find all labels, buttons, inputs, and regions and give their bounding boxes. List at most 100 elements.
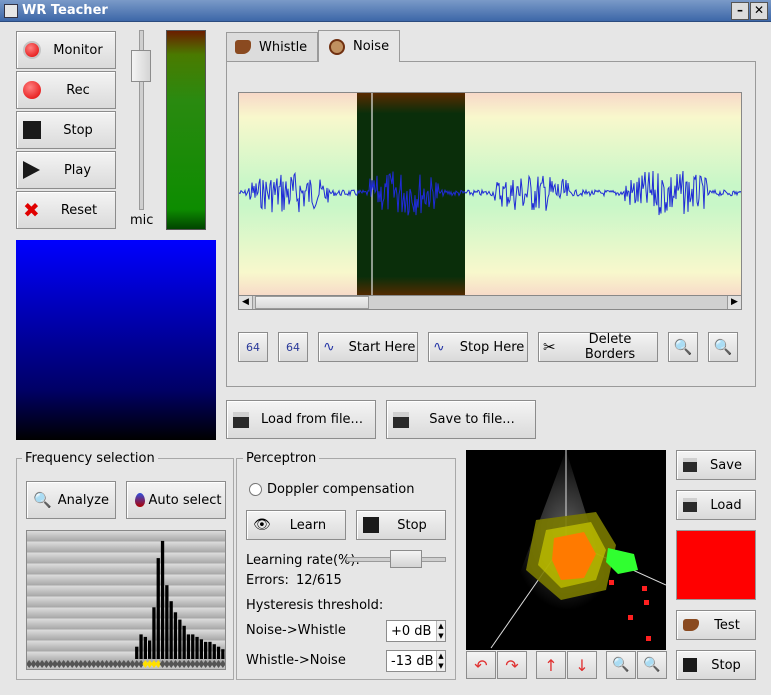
noise-to-whistle-spinbox[interactable]: +0 dB ▲ ▼ [386, 620, 446, 642]
wave-start-icon: ∿ [323, 339, 335, 355]
whistle-icon [683, 619, 699, 631]
scroll-left-arrow[interactable]: ◀ [239, 296, 253, 309]
data-point [628, 615, 633, 620]
waveform-view[interactable] [238, 92, 742, 296]
zoom-out-button[interactable]: 🔍 [708, 332, 738, 362]
reset-button[interactable]: ✖ Reset [16, 191, 116, 229]
errors-value: 12/615 [296, 573, 342, 588]
data-point [642, 586, 647, 591]
zoom-in-64-button[interactable]: 64 [278, 332, 308, 362]
3d-feature-view[interactable] [466, 450, 666, 650]
load-from-file-button[interactable]: Load from file... [226, 400, 376, 439]
data-point [609, 580, 614, 585]
tab-noise-label: Noise [353, 39, 390, 54]
record-icon [23, 81, 41, 99]
tilt-up-icon: ↑ [544, 655, 558, 675]
test-button[interactable]: Test [676, 610, 756, 640]
frequency-selection-title: Frequency selection [22, 451, 158, 466]
whistle-to-noise-spinbox[interactable]: -13 dB ▲ ▼ [386, 650, 446, 672]
floppy-icon [683, 498, 697, 512]
frequency-marker[interactable] [219, 660, 225, 668]
load-button[interactable]: Load [676, 490, 756, 520]
zoom-in-64-label: 64 [286, 340, 300, 354]
zoom-out-64-label: 64 [246, 340, 260, 354]
rotate-left-icon: ↶ [474, 655, 488, 675]
status-indicator [676, 530, 756, 600]
waveform-scrollbar[interactable]: ◀ ▶ [238, 295, 742, 310]
errors-label: Errors: [246, 573, 289, 588]
tilt-down-button[interactable]: ↓ [567, 651, 597, 679]
waveform-svg [239, 93, 741, 295]
zoom-in-icon: 🔍 [673, 338, 693, 356]
histogram-bar [216, 646, 221, 659]
save-label: Save [710, 457, 742, 473]
3d-zoom-in-button[interactable]: 🔍 [606, 651, 636, 679]
learn-label: Learn [289, 517, 327, 533]
rec-label: Rec [66, 82, 90, 98]
perceptron-stop-button[interactable]: Stop [356, 510, 446, 540]
perceptron-title: Perceptron [243, 451, 320, 466]
spin-down-arrow[interactable]: ▼ [436, 661, 445, 671]
zoom-in-icon: 🔍 [612, 657, 630, 673]
delete-borders-button[interactable]: ✂ Delete Borders [538, 332, 658, 362]
tab-noise[interactable]: Noise [318, 30, 400, 62]
histogram-bar [191, 634, 195, 659]
tab-whistle[interactable]: Whistle [226, 32, 318, 61]
histogram-bar [221, 649, 225, 659]
start-here-button[interactable]: ∿ Start Here [318, 332, 418, 362]
tilt-down-icon: ↓ [575, 655, 589, 675]
learning-rate-handle[interactable] [390, 550, 422, 568]
zoom-out-64-button[interactable]: 64 [238, 332, 268, 362]
stop-label: Stop [63, 122, 93, 138]
spin-down-arrow[interactable]: ▼ [436, 631, 445, 641]
noise-to-whistle-label: Noise->Whistle [246, 623, 346, 638]
histogram-bar [204, 641, 208, 659]
histogram-bar [165, 585, 169, 659]
noise-to-whistle-value: +0 dB [391, 624, 432, 639]
histogram-bar [169, 601, 173, 659]
mic-slider-handle[interactable] [131, 50, 151, 82]
spin-up-arrow[interactable]: ▲ [436, 621, 445, 631]
histogram-bar [178, 619, 182, 659]
histogram-bar [208, 641, 212, 659]
reset-icon: ✖ [23, 198, 40, 222]
eye-icon: 👁 [253, 517, 271, 533]
test-label: Test [714, 617, 740, 633]
auto-select-button[interactable]: Auto select [126, 481, 226, 519]
right-stop-button[interactable]: Stop [676, 650, 756, 680]
spin-up-arrow[interactable]: ▲ [436, 651, 445, 661]
scroll-thumb[interactable] [255, 296, 369, 309]
frequency-histogram[interactable] [26, 530, 226, 670]
stop-here-button[interactable]: ∿ Stop Here [428, 332, 528, 362]
learn-button[interactable]: 👁 Learn [246, 510, 346, 540]
minimize-button[interactable]: – [731, 2, 749, 20]
save-button[interactable]: Save [676, 450, 756, 480]
rec-button[interactable]: Rec [16, 71, 116, 109]
histogram-bar [199, 639, 203, 659]
floppy-icon [393, 411, 409, 428]
doppler-label: Doppler compensation [267, 482, 415, 497]
zoom-in-button[interactable]: 🔍 [668, 332, 698, 362]
play-button[interactable]: Play [16, 151, 116, 189]
3d-zoom-out-button[interactable]: 🔍 [637, 651, 667, 679]
rotate-right-button[interactable]: ↷ [497, 651, 527, 679]
analyze-label: Analyze [57, 492, 109, 508]
histogram-bar [186, 634, 191, 659]
tilt-up-button[interactable]: ↑ [536, 651, 566, 679]
reset-label: Reset [60, 202, 98, 218]
delete-borders-label: Delete Borders [584, 332, 636, 362]
stop-button[interactable]: Stop [16, 111, 116, 149]
stop-icon [23, 121, 41, 139]
scroll-right-arrow[interactable]: ▶ [727, 296, 741, 309]
floppy-icon [233, 411, 249, 428]
close-button[interactable]: ✕ [750, 2, 768, 20]
wave-stop-icon: ∿ [433, 339, 445, 355]
rotate-right-icon: ↷ [505, 655, 519, 675]
monitor-label: Monitor [53, 42, 103, 58]
doppler-radio[interactable] [249, 483, 262, 496]
save-to-file-button[interactable]: Save to file... [386, 400, 536, 439]
monitor-icon [23, 41, 41, 59]
rotate-left-button[interactable]: ↶ [466, 651, 496, 679]
monitor-button[interactable]: Monitor [16, 31, 116, 69]
analyze-button[interactable]: 🔍 Analyze [26, 481, 116, 519]
